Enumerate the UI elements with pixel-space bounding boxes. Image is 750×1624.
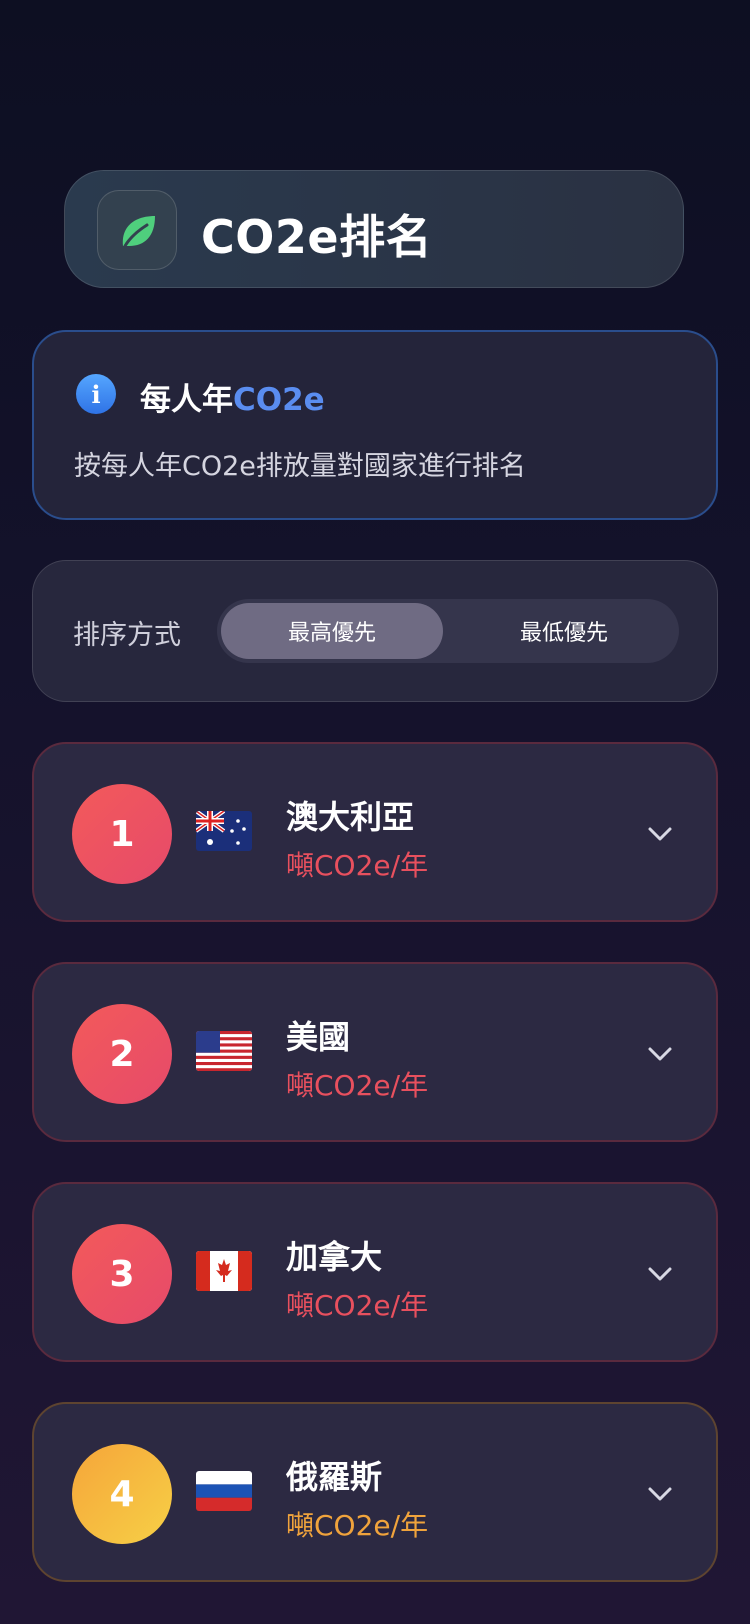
chevron-down-icon[interactable] — [646, 1480, 674, 1508]
chevron-down-icon[interactable] — [646, 1260, 674, 1288]
chevron-down-icon[interactable] — [646, 1040, 674, 1068]
emission-unit: 噸CO2e/年 — [286, 849, 429, 882]
info-title-prefix: 每人年 — [140, 382, 233, 418]
australia-flag-icon — [196, 811, 252, 851]
country-name: 俄羅斯 — [286, 1458, 383, 1496]
sort-lowest-first-button[interactable]: 最低優先 — [453, 603, 675, 659]
info-title: 每人年CO2e — [140, 374, 325, 419]
country-name: 美國 — [286, 1018, 351, 1056]
leaf-icon-box — [97, 190, 177, 270]
rank-badge: 1 — [72, 784, 172, 884]
sort-highest-first-button[interactable]: 最高優先 — [221, 603, 443, 659]
ranking-card[interactable]: 3 加拿大 噸CO2e/年 — [32, 1182, 718, 1362]
sort-card: 排序方式 最高優先 最低優先 — [32, 560, 718, 702]
page: CO2e排名 i 每人年CO2e 按每人年CO2e排放量對國家進行排名 排序方式… — [0, 0, 750, 1624]
page-header: CO2e排名 — [64, 170, 684, 288]
page-title: CO2e排名 — [201, 210, 433, 264]
ranking-card[interactable]: 1 澳大利亞 噸CO2e/年 — [32, 742, 718, 922]
info-icon: i — [76, 374, 116, 414]
russia-flag-icon — [196, 1471, 252, 1511]
usa-flag-icon — [196, 1031, 252, 1071]
rank-badge: 4 — [72, 1444, 172, 1544]
ranking-card[interactable]: 4 俄羅斯 噸CO2e/年 — [32, 1402, 718, 1582]
emission-unit: 噸CO2e/年 — [286, 1509, 429, 1542]
country-name: 加拿大 — [286, 1238, 383, 1276]
sort-segmented-control: 最高優先 最低優先 — [217, 599, 679, 663]
rank-badge: 3 — [72, 1224, 172, 1324]
info-card: i 每人年CO2e 按每人年CO2e排放量對國家進行排名 — [32, 330, 718, 520]
sort-label: 排序方式 — [73, 620, 181, 651]
info-description: 按每人年CO2e排放量對國家進行排名 — [74, 451, 526, 482]
chevron-down-icon[interactable] — [646, 820, 674, 848]
canada-flag-icon — [196, 1251, 252, 1291]
rank-badge: 2 — [72, 1004, 172, 1104]
ranking-card[interactable]: 2 美國 噸CO2e/年 — [32, 962, 718, 1142]
emission-unit: 噸CO2e/年 — [286, 1069, 429, 1102]
leaf-icon — [122, 216, 155, 248]
emission-unit: 噸CO2e/年 — [286, 1289, 429, 1322]
info-title-highlight: CO2e — [233, 382, 325, 418]
country-name: 澳大利亞 — [286, 798, 415, 836]
